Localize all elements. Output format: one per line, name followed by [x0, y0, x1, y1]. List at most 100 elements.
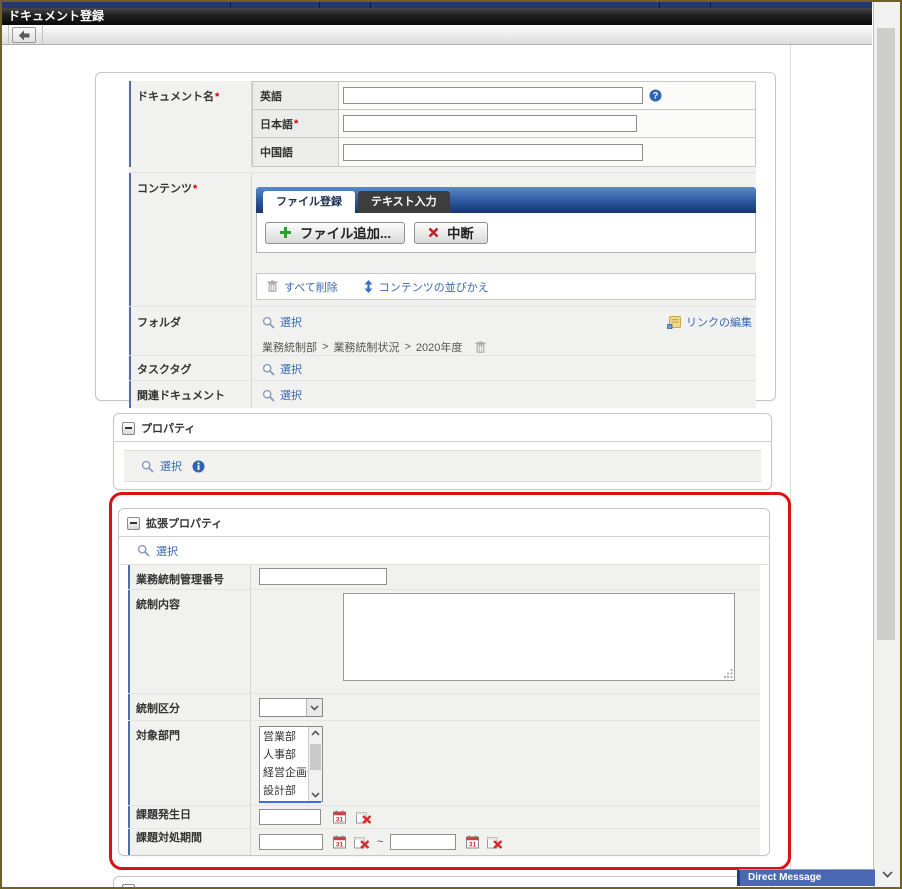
collapse-icon[interactable] [122, 883, 135, 889]
calendar-icon[interactable]: 31 [466, 835, 480, 849]
related-doc-label: 関連ドキュメント [129, 381, 251, 408]
required-mark: * [294, 117, 299, 130]
breadcrumb-item: 業務統制状況 [333, 342, 400, 354]
required-mark: * [193, 183, 198, 195]
scrollbar-thumb[interactable] [310, 744, 321, 770]
clear-date-icon[interactable] [487, 836, 503, 849]
issue-date-label: 課題発生日 [128, 806, 250, 828]
issue-period-end-input[interactable] [390, 834, 457, 850]
calendar-icon[interactable]: 31 [333, 835, 346, 849]
issue-period-start-input[interactable] [259, 834, 323, 850]
issue-date-input[interactable] [259, 809, 321, 825]
scrollbar-thumb[interactable] [877, 28, 895, 640]
window-title-bar: ドキュメント登録 [0, 8, 872, 25]
task-tag-select-link[interactable]: 選択 [280, 361, 302, 377]
property-select-link[interactable]: 選択 [160, 458, 182, 474]
chevron-up-icon[interactable] [309, 727, 322, 739]
back-button[interactable] [12, 27, 36, 43]
name-english-input[interactable] [343, 87, 643, 104]
contents-label: コンテンツ* [129, 173, 251, 306]
chevron-down-icon[interactable] [309, 789, 322, 801]
tab-file-register[interactable]: ファイル登録 [263, 191, 355, 213]
listbox-option[interactable]: 経営企画部 [263, 764, 308, 782]
content-edge-line [790, 45, 791, 889]
svg-text:?: ? [653, 91, 659, 101]
calendar-icon[interactable]: 31 [333, 810, 346, 824]
listbox-option[interactable]: 人事部 [263, 746, 308, 764]
ext-property-section-title: 拡張プロパティ [146, 518, 223, 530]
control-content-label: 統制内容 [128, 590, 250, 693]
target-department-label: 対象部門 [128, 721, 250, 805]
back-arrow-icon [18, 30, 30, 41]
document-register-page: ドキュメント登録 ドキュメント名* 英語 ? 日本語 * 中国語 コンテンツ* … [0, 0, 902, 889]
page-scrollbar[interactable] [873, 0, 900, 887]
search-icon [262, 316, 275, 329]
add-file-button[interactable]: ファイル追加... [265, 221, 406, 244]
contents-tab-panel: ファイル登録 テキスト入力 ファイル追加... 中断 [256, 187, 756, 253]
listbox-option[interactable]: 設計部 [263, 782, 308, 800]
related-doc-select-link[interactable]: 選択 [280, 387, 302, 403]
target-department-row: 対象部門 営業部 人事部 経営企画部 設計部 [128, 721, 760, 806]
delete-all-link[interactable]: すべて削除 [284, 279, 338, 295]
link-edit-link[interactable]: リンクの編集 [686, 314, 752, 330]
target-department-listbox[interactable]: 営業部 人事部 経営企画部 設計部 [259, 726, 323, 803]
direct-message-button[interactable]: Direct Message [737, 869, 875, 886]
plus-icon [279, 226, 292, 239]
issue-period-label: 課題対処期間 [128, 829, 250, 855]
svg-text:31: 31 [469, 841, 477, 848]
search-icon [262, 389, 275, 402]
collapse-icon[interactable] [122, 421, 135, 435]
name-chinese-input[interactable] [343, 143, 643, 161]
reorder-contents-link[interactable]: コンテンツの並びかえ [379, 279, 489, 295]
name-row-japanese: 日本語 * [253, 110, 755, 138]
folder-label: フォルダ [129, 307, 251, 355]
folder-select-link[interactable]: 選択 [280, 314, 302, 330]
english-label: 英語 [260, 90, 282, 103]
listbox-option[interactable]: 営業部 [263, 728, 308, 746]
top-strip [0, 0, 872, 8]
red-x-icon [428, 227, 439, 238]
name-row-chinese: 中国語 [253, 138, 755, 166]
tab-text-input[interactable]: テキスト入力 [358, 191, 450, 213]
link-edit-icon [667, 315, 681, 329]
abort-button[interactable]: 中断 [414, 221, 488, 244]
required-mark: * [215, 91, 220, 103]
resize-grip-icon[interactable] [724, 669, 733, 681]
name-row-english: 英語 ? [253, 82, 755, 110]
extended-property-card: 拡張プロパティ 選択 業務統制管理番号 統制内容 統制区分 対象部門 営業部 人… [118, 508, 770, 856]
collapse-icon[interactable] [127, 516, 140, 530]
control-content-textarea[interactable] [343, 593, 735, 681]
control-number-row: 業務統制管理番号 [128, 565, 760, 590]
related-doc-row: 関連ドキュメント 選択 [129, 381, 756, 408]
document-name-label: ドキュメント名* [129, 81, 251, 167]
listbox-scrollbar[interactable] [308, 727, 322, 801]
clear-date-icon[interactable] [354, 836, 370, 849]
breadcrumb-separator: > [404, 341, 411, 353]
issue-date-row: 課題発生日 31 [128, 806, 760, 829]
search-icon [262, 363, 275, 376]
property-card: プロパティ 選択 [113, 413, 772, 490]
task-tag-row: タスクタグ 選択 [129, 356, 756, 381]
control-category-select[interactable] [259, 698, 323, 717]
chevron-down-icon [306, 699, 322, 716]
name-language-table: 英語 ? 日本語 * 中国語 [252, 81, 756, 167]
breadcrumb-separator: > [322, 341, 329, 353]
ext-property-select-link[interactable]: 選択 [156, 543, 178, 559]
breadcrumb-item: 業務統制部 [262, 342, 317, 354]
search-icon [137, 544, 150, 557]
trash-icon[interactable] [475, 341, 486, 354]
folder-breadcrumb: 業務統制部 > 業務統制状況 > 2020年度 [252, 330, 756, 355]
property-section-title: プロパティ [141, 423, 196, 435]
control-number-label: 業務統制管理番号 [128, 565, 250, 589]
chevron-down-icon[interactable] [874, 867, 900, 881]
document-name-row: ドキュメント名* 英語 ? 日本語 * 中国語 [129, 81, 756, 173]
contents-tab-bar: ファイル登録 テキスト入力 [256, 187, 756, 213]
help-icon[interactable]: ? [649, 89, 662, 102]
control-number-input[interactable] [259, 568, 387, 585]
issue-period-row: 課題対処期間 31 ~ 31 [128, 829, 760, 855]
document-form-card: ドキュメント名* 英語 ? 日本語 * 中国語 コンテンツ* ファイル登録 テキ… [95, 72, 776, 408]
name-japanese-input[interactable] [343, 115, 637, 132]
clear-date-icon[interactable] [356, 811, 372, 824]
next-section-card-partial [113, 876, 772, 889]
info-icon[interactable] [192, 460, 205, 473]
